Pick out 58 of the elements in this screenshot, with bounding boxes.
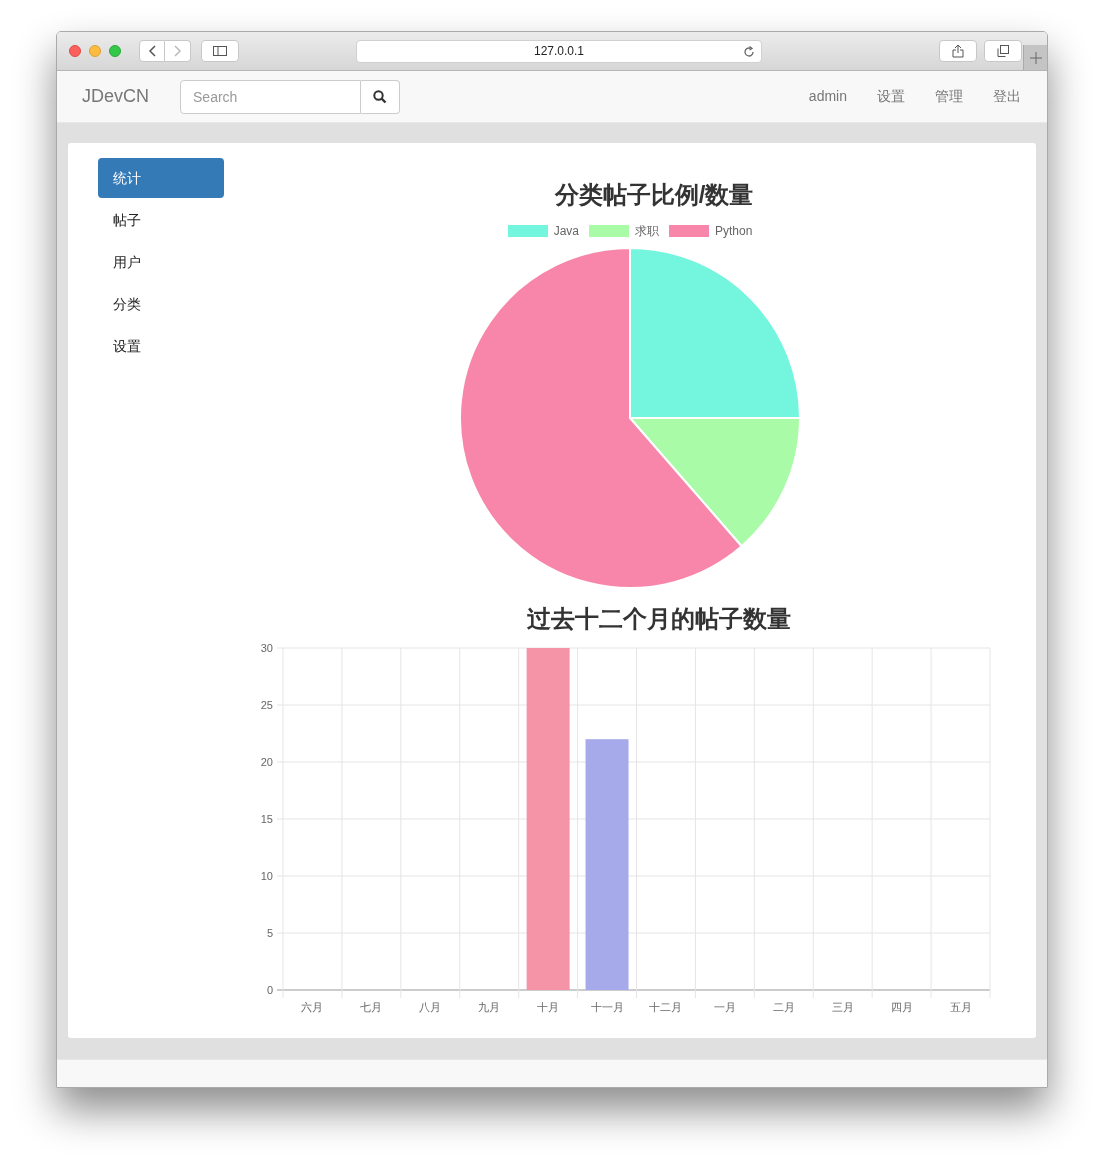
search-field[interactable]: Search xyxy=(180,79,361,114)
sidebar-item[interactable]: 分类 xyxy=(98,284,224,324)
legend-swatch xyxy=(589,225,629,237)
search-button[interactable] xyxy=(361,79,400,114)
search-icon xyxy=(373,89,387,104)
tabs-icon xyxy=(997,45,1009,57)
axis-tick-label: 七月 xyxy=(360,1001,383,1013)
new-tab-button[interactable] xyxy=(1023,45,1047,70)
axis-tick-label: 一月 xyxy=(713,1001,736,1013)
plus-icon xyxy=(1029,51,1042,64)
share-button[interactable] xyxy=(939,40,977,62)
legend-swatch xyxy=(507,225,548,237)
chart-title: 分类帖子比例/数量 xyxy=(553,180,754,210)
axis-tick-label: 5 xyxy=(266,927,273,939)
sidebar-item[interactable]: 统计 xyxy=(98,158,224,198)
url-text: 127.0.0.1 xyxy=(533,43,584,60)
axis-tick-label: 五月 xyxy=(949,1001,972,1013)
sidebar-icon xyxy=(213,46,227,56)
chevron-left-icon xyxy=(148,45,156,57)
tabs-button[interactable] xyxy=(984,40,1022,62)
nav-link[interactable]: admin xyxy=(808,86,847,107)
legend-label: 求职 xyxy=(635,223,659,240)
axis-tick-label: 30 xyxy=(260,642,273,654)
address-bar[interactable]: 127.0.0.1 xyxy=(356,39,762,63)
legend-label: Python xyxy=(715,223,753,240)
share-icon xyxy=(952,44,964,58)
sidebar-item[interactable]: 用户 xyxy=(98,242,224,282)
legend-label: Java xyxy=(553,223,579,240)
axis-tick-label: 四月 xyxy=(890,1001,913,1013)
axis-tick-label: 十月 xyxy=(537,1001,560,1013)
reload-icon[interactable] xyxy=(743,45,755,58)
axis-tick-label: 十二月 xyxy=(649,1001,683,1013)
axis-tick-label: 二月 xyxy=(772,1001,795,1013)
chart-title: 过去十二个月的帖子数量 xyxy=(526,604,792,634)
axis-tick-label: 三月 xyxy=(831,1001,854,1013)
nav-link[interactable]: 设置 xyxy=(877,86,905,107)
axis-tick-label: 0 xyxy=(266,984,273,996)
axis-tick-label: 十一月 xyxy=(590,1001,624,1013)
axis-tick-label: 15 xyxy=(260,813,273,825)
axis-tick-label: 九月 xyxy=(478,1001,501,1013)
forward-button[interactable] xyxy=(165,40,191,62)
nav-link[interactable]: 管理 xyxy=(935,86,963,107)
sidebar-toggle-button[interactable] xyxy=(201,40,239,62)
maximize-icon[interactable] xyxy=(109,45,121,57)
axis-tick-label: 六月 xyxy=(301,1001,324,1013)
sidebar-item[interactable]: 设置 xyxy=(98,326,224,366)
sidebar-item[interactable]: 帖子 xyxy=(98,200,224,240)
axis-tick-label: 八月 xyxy=(419,1001,442,1013)
nav-link[interactable]: 登出 xyxy=(993,86,1021,107)
axis-tick-label: 10 xyxy=(260,870,273,882)
axis-tick-label: 25 xyxy=(260,699,273,711)
chevron-right-icon xyxy=(173,45,182,57)
legend-swatch xyxy=(669,225,709,237)
back-button[interactable] xyxy=(139,40,165,62)
minimize-icon[interactable] xyxy=(89,45,101,57)
brand-link[interactable]: JDevCN xyxy=(82,83,149,110)
axis-tick-label: 20 xyxy=(260,756,273,768)
close-icon[interactable] xyxy=(69,45,81,57)
